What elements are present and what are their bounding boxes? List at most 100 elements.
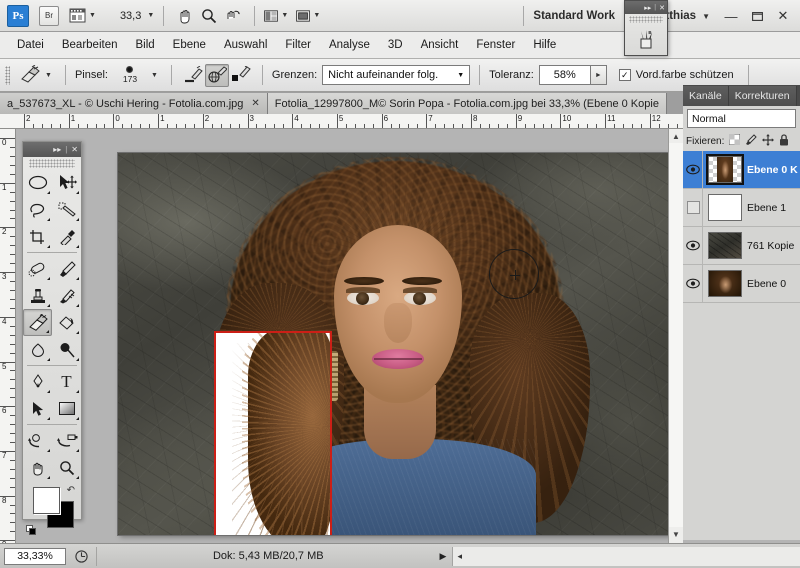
menu-item-3d[interactable]: 3D (379, 36, 412, 54)
layer-visibility-toggle[interactable] (684, 189, 703, 226)
path-selection-tool[interactable] (23, 395, 52, 422)
timing-icon[interactable] (70, 548, 92, 565)
layer-thumbnail[interactable] (708, 232, 742, 259)
minimize-button[interactable]: — (718, 1, 744, 31)
tab-korrekturen[interactable]: Korrekturen (728, 86, 797, 106)
menu-item-ebene[interactable]: Ebene (164, 36, 215, 54)
layer-thumbnail[interactable] (708, 270, 742, 297)
document-tab-1[interactable]: a_537673_XL - © Uschi Hering - Fotolia.c… (0, 93, 268, 114)
protect-foreground-checkbox-row[interactable]: ✓ Vord.farbe schützen (618, 69, 739, 81)
healing-brush-tool[interactable] (23, 255, 52, 282)
blur-tool[interactable] (23, 336, 52, 363)
background-eraser-tool[interactable] (23, 309, 52, 336)
menu-item-datei[interactable]: Datei (8, 36, 53, 54)
lock-image-icon[interactable] (745, 134, 758, 148)
layer-name[interactable]: Ebene 0 K (747, 164, 798, 176)
layer-name[interactable]: 761 Kopie (747, 240, 794, 252)
close-icon[interactable]: ✕ (71, 145, 78, 154)
chevron-down-icon[interactable]: ▼ (702, 12, 710, 21)
menu-item-fenster[interactable]: Fenster (467, 36, 524, 54)
blend-mode-select[interactable]: Normal (687, 109, 796, 128)
tolerance-slider-toggle[interactable]: ► (590, 65, 607, 85)
menu-item-auswahl[interactable]: Auswahl (215, 36, 276, 54)
menu-item-hilfe[interactable]: Hilfe (524, 36, 565, 54)
chevron-down-icon[interactable]: ▼ (45, 72, 52, 79)
rotate-view-icon[interactable] (221, 4, 245, 28)
close-icon[interactable]: ✕ (251, 98, 259, 109)
layer-thumbnail[interactable] (708, 194, 742, 221)
table-row[interactable]: Ebene 0 (683, 265, 800, 303)
screen-mode-icon[interactable]: ▼ (296, 4, 320, 28)
options-bar-grip[interactable] (5, 65, 10, 85)
chevron-down-icon[interactable]: ▼ (147, 12, 154, 19)
menu-item-bild[interactable]: Bild (126, 36, 163, 54)
dodge-tool[interactable] (52, 336, 81, 363)
zoom-tool[interactable] (52, 454, 81, 481)
arrange-documents-icon[interactable]: ▼ (264, 4, 288, 28)
brush-preset-preview[interactable]: 173 (113, 62, 147, 88)
workspace-switcher[interactable]: Standard Work (533, 10, 615, 22)
float-panel-grip[interactable] (629, 16, 663, 23)
brush-tool[interactable] (52, 255, 81, 282)
foreground-color-swatch[interactable] (33, 487, 60, 514)
close-button[interactable]: ✕ (770, 1, 796, 31)
hand-tool[interactable] (23, 454, 52, 481)
mini-bridge-icon[interactable]: ▼ (69, 4, 96, 28)
document-tab-2[interactable]: Fotolia_12997800_M© Sorin Popa - Fotolia… (267, 93, 667, 114)
hand-icon[interactable] (173, 4, 197, 28)
lock-position-icon[interactable] (762, 133, 775, 149)
table-row[interactable]: Ebene 1 (683, 189, 800, 227)
layer-thumbnail[interactable] (706, 154, 744, 185)
restore-button[interactable] (744, 1, 770, 31)
float-panel-titlebar[interactable]: ▸▸ | ✕ (625, 1, 667, 14)
3d-orbit-camera-tool[interactable] (52, 427, 81, 454)
canvas-area[interactable] (16, 129, 683, 543)
collapse-icon[interactable]: ▸▸ (644, 4, 651, 12)
background-eraser-icon[interactable] (17, 63, 43, 87)
magnifier-icon[interactable] (197, 4, 221, 28)
bridge-button[interactable]: Br (39, 5, 59, 26)
lock-all-icon[interactable] (779, 133, 789, 149)
layer-visibility-toggle[interactable] (684, 151, 703, 188)
layer-name[interactable]: Ebene 1 (747, 202, 786, 214)
lock-transparency-icon[interactable] (728, 133, 741, 148)
default-colors-icon[interactable] (26, 525, 37, 536)
scroll-up-arrow[interactable]: ▲ (669, 129, 683, 143)
menu-item-analyse[interactable]: Analyse (320, 36, 379, 54)
tool-presets-icon[interactable] (625, 23, 667, 55)
pen-tool[interactable] (23, 368, 52, 395)
magic-wand-tool[interactable] (52, 196, 81, 223)
protect-foreground-checkbox[interactable]: ✓ (618, 69, 631, 81)
eyedropper-tool[interactable] (52, 223, 81, 250)
paint-bucket-tool[interactable] (52, 309, 81, 336)
tab-kanaele[interactable]: Kanäle (683, 86, 729, 106)
close-icon[interactable]: ✕ (659, 4, 665, 12)
type-tool[interactable]: T (52, 368, 81, 395)
move-tool[interactable] (52, 169, 81, 196)
sampling-continuous-icon[interactable] (204, 63, 229, 87)
crop-tool[interactable] (23, 223, 52, 250)
elliptical-marquee-tool[interactable] (23, 169, 52, 196)
layer-name[interactable]: Ebene 0 (747, 278, 786, 290)
vertical-ruler[interactable]: 0123456789 (0, 129, 16, 543)
menu-item-ansicht[interactable]: Ansicht (412, 36, 468, 54)
document-image[interactable] (118, 153, 683, 535)
tools-palette-titlebar[interactable]: ▸▸ | ✕ (23, 142, 81, 157)
limits-select[interactable]: Nicht aufeinander folg. ▼ (322, 65, 471, 85)
tolerance-input[interactable]: 58% (538, 65, 591, 85)
layer-visibility-toggle[interactable] (684, 265, 703, 302)
table-row[interactable]: Ebene 0 K (683, 151, 800, 189)
collapse-icon[interactable]: ▸▸ (53, 145, 61, 154)
3d-rotate-tool[interactable] (23, 427, 52, 454)
menu-item-bearbeiten[interactable]: Bearbeiten (53, 36, 127, 54)
clone-stamp-tool[interactable] (23, 282, 52, 309)
horizontal-ruler[interactable]: 2101234567891011121314 (0, 114, 683, 129)
scroll-down-arrow[interactable]: ▼ (669, 527, 683, 541)
swap-colors-icon[interactable]: ↶ (67, 485, 75, 496)
gradient-tool[interactable] (52, 395, 81, 422)
history-brush-tool[interactable] (52, 282, 81, 309)
status-more-arrow[interactable]: ▶ (440, 551, 447, 562)
menu-item-filter[interactable]: Filter (276, 36, 320, 54)
canvas-vertical-scrollbar[interactable]: ▲ ▼ (668, 129, 683, 543)
chevron-down-icon[interactable]: ▼ (151, 72, 158, 79)
